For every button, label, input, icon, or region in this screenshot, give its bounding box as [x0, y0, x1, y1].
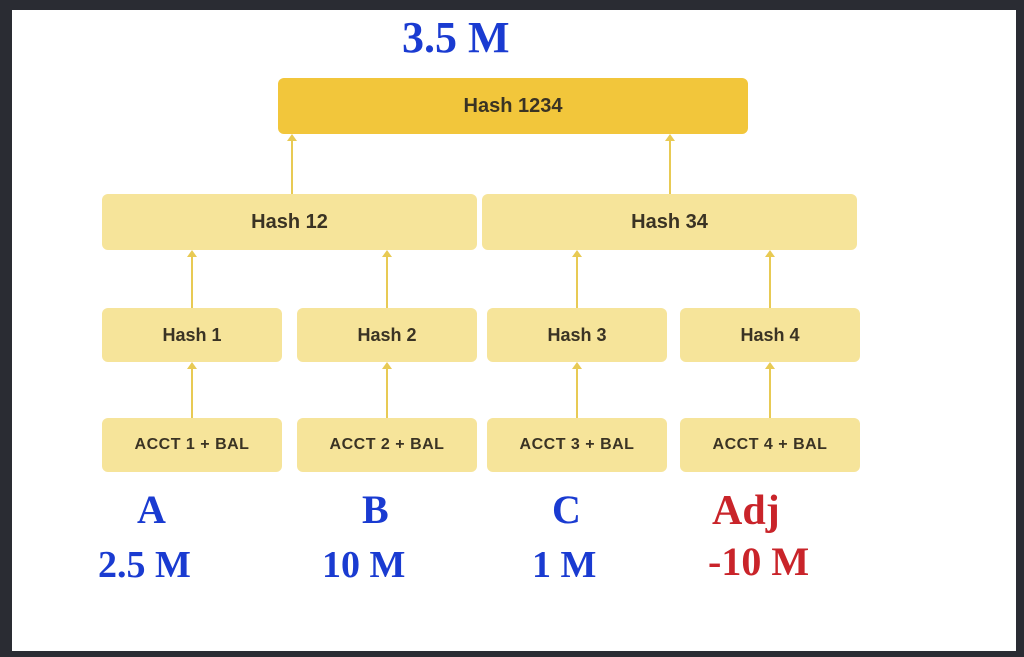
- node-hash3: Hash 3: [487, 308, 667, 362]
- node-hash4: Hash 4: [680, 308, 860, 362]
- node-hash1: Hash 1: [102, 308, 282, 362]
- node-acct3: ACCT 3 + BAL: [487, 418, 667, 472]
- annotation-value-c: 1 M: [532, 546, 596, 584]
- node-acct1: ACCT 1 + BAL: [102, 418, 282, 472]
- node-hash12: Hash 12: [102, 194, 477, 250]
- node-acct2: ACCT 2 + BAL: [297, 418, 477, 472]
- annotation-name-a: A: [137, 490, 166, 530]
- annotation-name-c: C: [552, 490, 581, 530]
- node-hash2: Hash 2: [297, 308, 477, 362]
- annotation-name-adj: Adj: [712, 490, 780, 532]
- annotation-value-b: 10 M: [322, 546, 405, 584]
- node-hash34: Hash 34: [482, 194, 857, 250]
- annotation-value-a: 2.5 M: [98, 546, 191, 584]
- annotation-value-adj: -10 M: [708, 542, 809, 582]
- annotation-total: 3.5 M: [402, 16, 510, 60]
- node-acct4: ACCT 4 + BAL: [680, 418, 860, 472]
- node-root: Hash 1234: [278, 78, 748, 134]
- annotation-name-b: B: [362, 490, 389, 530]
- viewport: 3.5 M Hash 1234 Hash 12 Hash 34 Hash 1 H…: [0, 0, 1024, 657]
- diagram-canvas: 3.5 M Hash 1234 Hash 12 Hash 34 Hash 1 H…: [12, 10, 1016, 651]
